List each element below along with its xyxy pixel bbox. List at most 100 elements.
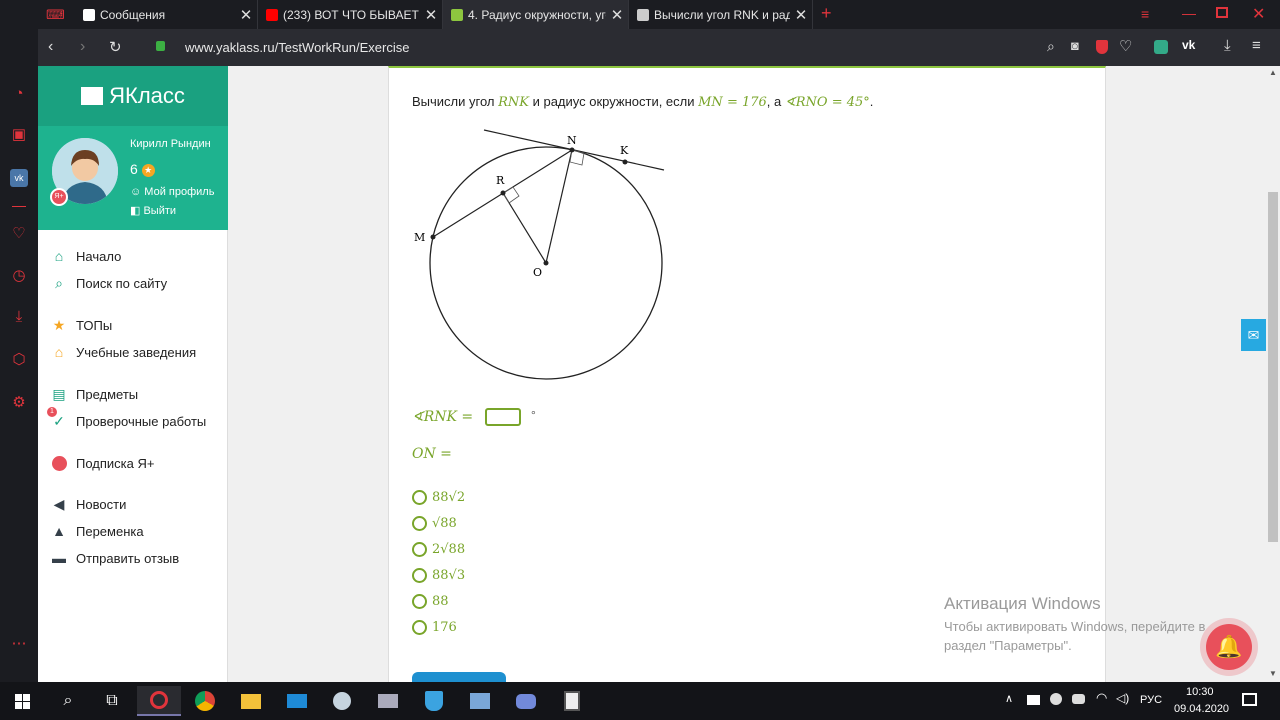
scroll-thumb[interactable]	[1268, 192, 1278, 542]
task-view-icon[interactable]: ⧉	[90, 686, 134, 716]
tray-chevron-icon[interactable]: ∧	[1005, 692, 1013, 705]
mail-icon[interactable]	[275, 686, 319, 716]
tray-app-icon[interactable]	[1027, 695, 1040, 705]
reload-icon[interactable]: ↻	[109, 38, 122, 56]
network-app-icon[interactable]	[458, 686, 502, 716]
speed-dial-icon[interactable]: ◔	[9, 84, 29, 104]
logo[interactable]: ЯКласс	[38, 66, 228, 126]
heart-icon[interactable]: ♡	[1119, 37, 1132, 55]
megaphone-icon: ◀	[53, 495, 65, 512]
option-label: √88	[432, 516, 457, 531]
vk-icon[interactable]: vk	[10, 169, 28, 187]
option-radio[interactable]: 88	[412, 594, 449, 609]
tray-discord-icon[interactable]	[1072, 694, 1085, 704]
clock-date[interactable]: 09.04.2020	[1174, 703, 1229, 715]
cube-icon[interactable]: ⬡	[9, 350, 29, 370]
sidebar-item-tops[interactable]: ★ ТОПы	[50, 317, 112, 333]
radio-button[interactable]	[412, 516, 427, 531]
opera-taskbar-icon[interactable]	[137, 686, 181, 716]
logout-icon: ◧	[130, 205, 144, 217]
clock-time[interactable]: 10:30	[1186, 686, 1214, 698]
score-value: 6	[130, 161, 138, 177]
option-radio[interactable]: 88√3	[412, 568, 465, 583]
language-indicator[interactable]: РУС	[1140, 694, 1162, 706]
sidebar-item-feedback[interactable]: ▬ Отправить отзыв	[50, 550, 179, 566]
scroll-up-icon[interactable]: ▲	[1269, 68, 1277, 77]
printer-icon[interactable]	[366, 686, 410, 716]
gamepad-icon[interactable]: ⌨	[46, 7, 65, 23]
tab-youtube[interactable]: (233) ВОТ ЧТО БЫВАЕТ КО ✕	[258, 0, 443, 29]
download-icon[interactable]: ⤓	[1224, 37, 1231, 54]
notification-bell-button[interactable]: 🔔	[1206, 624, 1252, 670]
notification-center-icon[interactable]	[1242, 693, 1257, 706]
twitch-icon[interactable]: ▣	[9, 125, 29, 145]
extension-icon[interactable]	[1154, 40, 1168, 54]
sidebar-item-label: Проверочные работы	[76, 413, 207, 429]
feedback-mail-button[interactable]: ✉	[1241, 319, 1266, 351]
steam-icon[interactable]	[320, 686, 364, 716]
menu-icon[interactable]: ≡	[1252, 37, 1261, 54]
profile-link[interactable]: ☺ Мой профиль	[130, 186, 214, 198]
sidebar-item-subjects[interactable]: ▤ Предметы	[50, 386, 138, 402]
close-tab-icon[interactable]: ✕	[420, 6, 442, 24]
radio-button[interactable]	[412, 542, 427, 557]
tray-steam-icon[interactable]	[1050, 693, 1062, 705]
page-scrollbar[interactable]: ▲ ▼	[1266, 66, 1280, 682]
new-tab-button[interactable]: +	[821, 3, 832, 24]
close-tab-icon[interactable]: ✕	[235, 6, 257, 24]
search-icon[interactable]: ⌕	[1047, 38, 1055, 55]
sidebar-item-tests[interactable]: ✓ 1 Проверочные работы	[47, 407, 207, 429]
sidebar-item-schools[interactable]: ⌂ Учебные заведения	[50, 344, 196, 360]
radio-button[interactable]	[412, 594, 427, 609]
restore-icon[interactable]	[1216, 7, 1228, 18]
option-radio[interactable]: 88√2	[412, 490, 465, 505]
heart-icon[interactable]: ♡	[9, 224, 29, 244]
back-icon[interactable]: ‹	[48, 38, 53, 56]
sidebar-item-home[interactable]: ⌂ Начало	[50, 248, 122, 264]
mail-icon: ✉	[1247, 327, 1260, 343]
calculator-icon[interactable]	[550, 686, 594, 716]
settings-icon[interactable]: ⚙	[9, 393, 29, 413]
forward-icon[interactable]: ›	[80, 38, 85, 56]
downloads-icon[interactable]: ⤓	[9, 307, 29, 327]
school-icon: ⌂	[54, 344, 64, 360]
sidebar-item-search[interactable]: ⌕ Поиск по сайту	[50, 275, 167, 291]
close-window-icon[interactable]: ✕	[1252, 4, 1265, 24]
adblock-icon[interactable]	[1096, 40, 1108, 54]
sidebar-item-news[interactable]: ◀ Новости	[50, 495, 127, 512]
history-icon[interactable]: ◷	[9, 266, 29, 286]
option-radio[interactable]: 176	[412, 620, 457, 635]
vk-extension-icon[interactable]: vk	[1182, 38, 1195, 52]
close-tab-icon[interactable]: ✕	[606, 6, 628, 24]
wifi-icon[interactable]: ◠	[1096, 690, 1107, 706]
search-icon[interactable]: ⌕	[46, 686, 90, 716]
radio-button[interactable]	[412, 490, 427, 505]
camera-icon[interactable]: ◙	[1071, 38, 1079, 53]
option-radio[interactable]: 2√88	[412, 542, 465, 557]
close-tab-icon[interactable]: ✕	[790, 6, 812, 24]
discord-icon[interactable]	[504, 686, 548, 716]
tab-yaklass-radius[interactable]: 4. Радиус окружности, уго ✕	[443, 0, 629, 29]
chrome-icon[interactable]	[183, 686, 227, 716]
option-label: 176	[432, 620, 457, 635]
url-field[interactable]: www.yaklass.ru/TestWorkRun/Exercise	[185, 40, 409, 55]
option-radio[interactable]: √88	[412, 516, 457, 531]
point-k	[622, 159, 628, 165]
easy-setup-icon[interactable]: ≡	[1141, 6, 1149, 22]
sidebar-item-subscription[interactable]: Подписка Я+	[50, 455, 154, 471]
angle-answer-input[interactable]	[485, 408, 522, 427]
minimize-icon[interactable]: —	[1182, 5, 1196, 21]
scroll-down-icon[interactable]: ▼	[1269, 669, 1277, 678]
tab-exercise[interactable]: Вычисли угол RNK и ради ✕	[629, 0, 813, 29]
radio-button[interactable]	[412, 620, 427, 635]
volume-icon[interactable]: ◁)	[1116, 691, 1129, 705]
tab-messages[interactable]: Сообщения ✕	[75, 0, 258, 29]
radio-button[interactable]	[412, 568, 427, 583]
file-explorer-icon[interactable]	[229, 686, 273, 716]
activation-watermark-text: Чтобы активировать Windows, перейдите в …	[944, 619, 1206, 653]
logout-link[interactable]: ◧ Выйти	[130, 204, 176, 217]
more-icon[interactable]: ⋯	[9, 634, 29, 654]
vpn-icon[interactable]	[412, 686, 456, 716]
sidebar-item-break[interactable]: ▲ Переменка	[50, 523, 144, 539]
start-button[interactable]	[0, 686, 44, 716]
